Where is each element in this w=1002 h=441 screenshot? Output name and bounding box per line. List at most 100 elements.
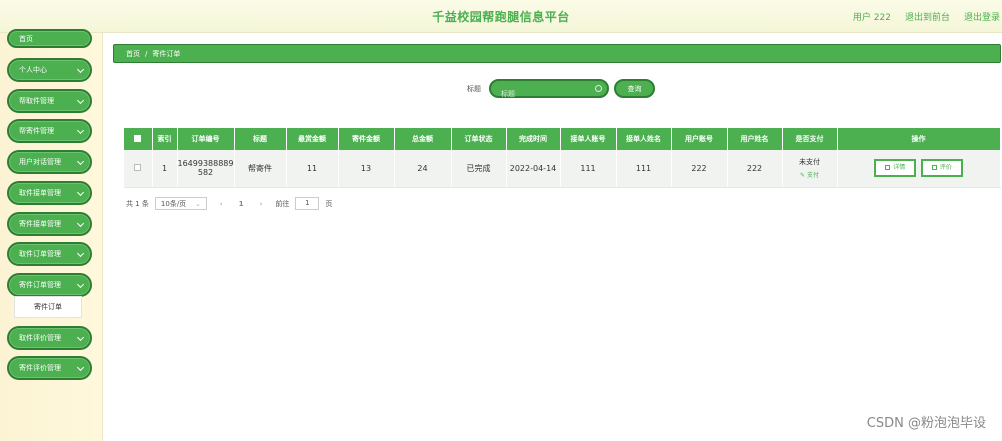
search-icon	[595, 85, 602, 92]
page-number-current[interactable]: 1	[236, 200, 247, 208]
review-button-label: 评价	[939, 164, 952, 172]
sidebar-item-label: 帮寄件管理	[19, 127, 54, 135]
cell-total: 24	[394, 150, 452, 188]
top-links: 用户 222 退出到前台 退出登录	[853, 10, 1000, 23]
chevron-down-icon	[76, 219, 85, 228]
col-header-paid: 是否支付	[782, 128, 838, 150]
col-header-order-no: 订单编号	[177, 128, 235, 150]
sidebar-item-send-help[interactable]: 帮寄件管理	[7, 119, 92, 143]
detail-button[interactable]: 详情	[874, 159, 917, 178]
back-to-front-link[interactable]: 退出到前台	[905, 10, 950, 23]
sidebar-item-send-reviews[interactable]: 寄件评价管理	[7, 356, 92, 380]
sidebar-item-send-orders[interactable]: 寄件订单管理	[7, 273, 92, 297]
table-row: 1 16499388889 582 帮寄件 11 13 24 已完成 2022-…	[124, 150, 1001, 188]
pay-link[interactable]: ✎ 支付	[783, 170, 837, 179]
sidebar-item-label: 帮取件管理	[19, 97, 54, 105]
cell-finish-time: 2022-04-14	[506, 150, 561, 188]
search-field[interactable]	[489, 79, 609, 102]
prev-page-button[interactable]: ‹	[213, 200, 230, 208]
chevron-down-icon	[76, 363, 85, 372]
col-header-finish-time: 完成时间	[506, 128, 561, 150]
breadcrumb: 首页 / 寄件订单	[113, 44, 1001, 63]
col-header-total: 总金额	[394, 128, 452, 150]
sidebar-item-label: 取件订单管理	[19, 250, 61, 258]
col-header-actions: 操作	[837, 128, 1001, 150]
sidebar-item-label: 用户对话管理	[19, 158, 61, 166]
breadcrumb-home[interactable]: 首页	[126, 49, 140, 59]
col-header-taker-account: 接单人账号	[560, 128, 617, 150]
search-input[interactable]	[491, 86, 607, 102]
sidebar-subitem-send-orders[interactable]: 寄件订单	[14, 296, 82, 318]
row-checkbox[interactable]	[134, 163, 142, 171]
order-no-line-2: 582	[197, 168, 214, 178]
col-header-status: 订单状态	[451, 128, 507, 150]
sidebar-item-label: 首页	[19, 34, 33, 43]
pay-link-label: 支付	[806, 172, 819, 180]
sidebar-item-send-accept[interactable]: 寄件接单管理	[7, 212, 92, 236]
chevron-down-icon	[76, 280, 85, 289]
cell-index: 1	[152, 150, 178, 188]
goto-page-input[interactable]: 1	[295, 197, 320, 210]
chevron-down-icon	[76, 333, 85, 342]
search-button[interactable]: 查询	[614, 79, 655, 98]
chevron-down-icon	[76, 65, 85, 74]
col-header-user-name: 用户姓名	[727, 128, 783, 150]
page-size-value: 10条/页	[160, 199, 187, 208]
col-header-send-amount: 寄件金额	[338, 128, 395, 150]
chevron-down-icon	[76, 188, 85, 197]
next-page-button[interactable]: ›	[253, 200, 270, 208]
sidebar-item-personal-center[interactable]: 个人中心	[7, 58, 92, 82]
col-header-reward: 悬赏金额	[286, 128, 339, 150]
sidebar-item-home[interactable]: 首页	[7, 29, 92, 48]
pagination-total: 共 1 条	[126, 199, 149, 208]
sidebar-item-user-chat[interactable]: 用户对话管理	[7, 150, 92, 174]
detail-button-label: 详情	[893, 164, 906, 172]
cell-status: 已完成	[451, 150, 507, 188]
cell-user-name: 222	[727, 150, 783, 188]
col-header-taker-name: 接单人姓名	[616, 128, 672, 150]
cell-reward: 11	[286, 150, 339, 188]
review-icon	[931, 165, 937, 171]
app-title: 千益校园帮跑腿信息平台	[432, 10, 570, 24]
sidebar-item-pickup-accept[interactable]: 取件接单管理	[7, 181, 92, 205]
orders-table: 索引 订单编号 标题 悬赏金额 寄件金额 总金额 订单状态 完成时间 接单人账号…	[124, 128, 1001, 188]
top-header: 千益校园帮跑腿信息平台 用户 222 退出到前台 退出登录	[0, 0, 1002, 33]
breadcrumb-separator: /	[145, 49, 148, 58]
goto-suffix: 页	[325, 199, 333, 208]
select-all-checkbox[interactable]	[134, 134, 142, 142]
sidebar-item-label: 取件接单管理	[19, 189, 61, 197]
search-label: 标题	[467, 85, 481, 93]
chevron-down-icon: ⌄	[195, 199, 201, 208]
cell-user-account: 222	[671, 150, 728, 188]
sidebar-item-label: 个人中心	[19, 66, 47, 74]
sidebar-item-label: 寄件评价管理	[19, 364, 61, 372]
table-header-row: 索引 订单编号 标题 悬赏金额 寄件金额 总金额 订单状态 完成时间 接单人账号…	[124, 128, 1001, 150]
chevron-down-icon	[76, 157, 85, 166]
sidebar-item-label: 寄件接单管理	[19, 220, 61, 228]
logout-link[interactable]: 退出登录	[964, 10, 1000, 23]
review-button[interactable]: 评价	[920, 159, 963, 178]
cell-paid: 未支付 ✎ 支付	[782, 150, 838, 188]
sidebar-item-pickup-help[interactable]: 帮取件管理	[7, 89, 92, 113]
goto-prefix: 前往	[275, 199, 290, 208]
cell-title: 帮寄件	[234, 150, 287, 188]
watermark: CSDN @粉泡泡毕设	[866, 416, 986, 431]
sidebar-item-pickup-orders[interactable]: 取件订单管理	[7, 242, 92, 266]
order-no-line-1: 16499388889	[177, 159, 234, 169]
detail-icon	[885, 165, 891, 171]
chevron-down-icon	[76, 126, 85, 135]
col-header-index: 索引	[152, 128, 178, 150]
pagination: 共 1 条 10条/页 ⌄ ‹ 1 › 前往 1 页	[126, 197, 332, 210]
col-header-user-account: 用户账号	[671, 128, 728, 150]
cell-order-no: 16499388889 582	[177, 150, 235, 188]
sidebar-item-pickup-reviews[interactable]: 取件评价管理	[7, 326, 92, 350]
col-header-title: 标题	[234, 128, 287, 150]
sidebar-item-label: 寄件订单管理	[19, 281, 61, 289]
sidebar-item-label: 取件评价管理	[19, 334, 61, 342]
breadcrumb-current: 寄件订单	[152, 49, 181, 58]
row-select-cell	[124, 150, 153, 188]
chevron-down-icon	[76, 249, 85, 258]
cell-actions: 详情 评价	[837, 150, 1001, 188]
chevron-down-icon	[76, 96, 85, 105]
page-size-select[interactable]: 10条/页 ⌄	[154, 197, 207, 210]
